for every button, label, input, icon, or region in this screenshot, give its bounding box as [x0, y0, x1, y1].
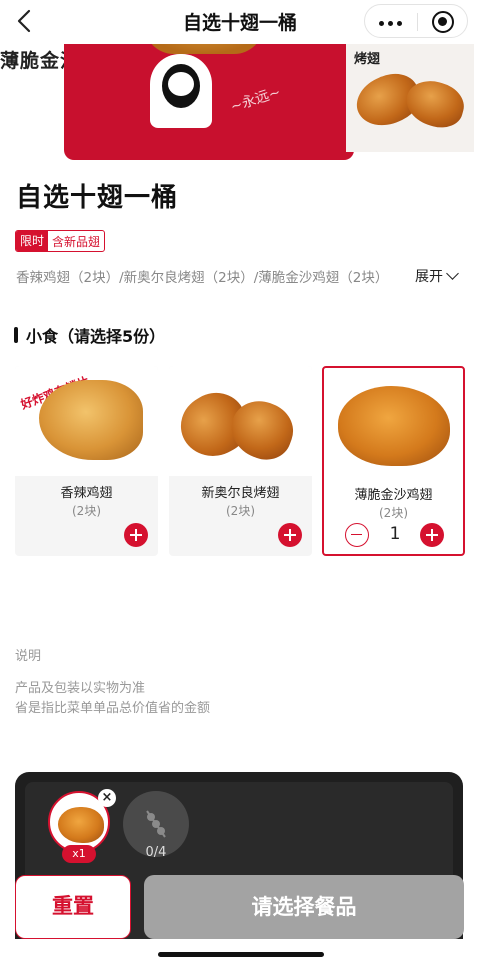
reset-button[interactable]: 重置 — [15, 875, 131, 939]
colonel-logo — [150, 54, 212, 128]
remove-button[interactable] — [345, 523, 369, 547]
section-title-text: 小食（请选择5份） — [26, 327, 166, 346]
bucket-image: ~永远~ — [64, 44, 354, 160]
item-qty: (2块) — [226, 504, 255, 518]
section-title: 小食（请选择5份） — [14, 323, 165, 347]
promo-badge: 限时 含新品翅 — [15, 230, 106, 252]
item-card-orleans-wing[interactable]: 新奥尔良烤翅 (2块) — [169, 366, 312, 556]
promo-text: 含新品翅 — [52, 234, 101, 249]
orleans-wing-image — [169, 366, 312, 476]
promo-tag: 限时 — [16, 231, 49, 251]
item-count: 1 — [389, 524, 401, 544]
mini-program-capsule — [364, 4, 468, 38]
spicy-wing-image: 好炸鸡有鳞片 — [15, 366, 158, 476]
add-button[interactable] — [278, 523, 302, 547]
item-name: 香辣鸡翅 — [60, 486, 113, 501]
notes-line-1: 产品及包装以实物为准 — [15, 681, 146, 696]
expand-button[interactable]: 展开 — [415, 266, 459, 286]
home-indicator — [158, 952, 324, 957]
chevron-down-icon — [446, 267, 459, 280]
item-qty: (2块) — [72, 504, 101, 518]
product-banner: 薄脆金沙翅 ~永远~ 烤翅 — [0, 44, 480, 160]
product-contents: 香辣鸡翅（2块）/新奥尔良烤翅（2块）/薄脆金沙鸡翅（2块） — [16, 270, 389, 286]
item-qty: (2块) — [379, 506, 408, 520]
notes-heading: 说明 — [15, 649, 42, 664]
golden-wing-image — [324, 368, 463, 478]
remove-slot-icon[interactable]: × — [98, 789, 116, 807]
selected-count-badge: x1 — [62, 845, 96, 863]
notes-line-2: 省是指比菜单单品总价值省的金额 — [15, 701, 211, 716]
expand-label: 展开 — [415, 269, 443, 285]
empty-slot-count: 0/4 — [145, 845, 167, 860]
item-card-spicy-wing[interactable]: 好炸鸡有鳞片 香辣鸡翅 (2块) — [15, 366, 158, 556]
add-button[interactable] — [124, 523, 148, 547]
product-title: 自选十翅一桶 — [16, 183, 179, 213]
item-card-golden-wing[interactable]: 薄脆金沙鸡翅 (2块) 1 — [322, 366, 465, 556]
side-thumb-label: 烤翅 — [354, 52, 381, 67]
capsule-divider — [417, 13, 418, 31]
choose-meal-button[interactable]: 请选择餐品 — [144, 875, 464, 939]
add-button[interactable] — [420, 523, 444, 547]
roast-wing-thumbnail[interactable]: 烤翅 — [346, 44, 474, 152]
item-name: 新奥尔良烤翅 — [201, 486, 280, 501]
more-dots-icon[interactable] — [379, 21, 403, 26]
top-nav-bar: 自选十翅一桶 — [0, 0, 480, 44]
target-circle-icon[interactable] — [432, 11, 454, 33]
item-name: 薄脆金沙鸡翅 — [354, 488, 433, 503]
